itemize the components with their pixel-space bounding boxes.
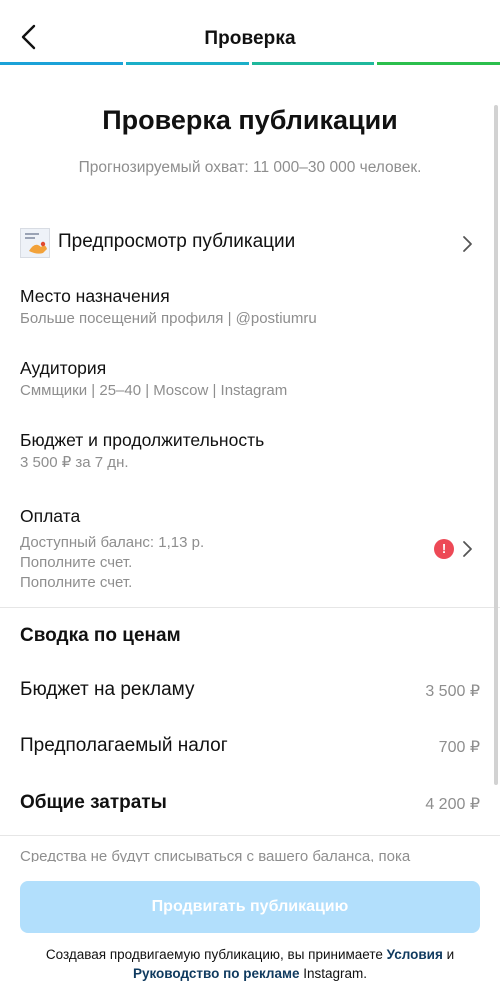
chevron-right-icon[interactable] [460, 540, 474, 558]
payment-label: Оплата [20, 506, 81, 526]
top-bar: Проверка [0, 0, 500, 64]
footer: Продвигать публикацию Создавая продвигае… [0, 862, 500, 1002]
post-preview-label: Предпросмотр публикации [58, 231, 296, 252]
price-label: Предполагаемый налог [20, 735, 228, 756]
terms-prefix: Создавая продвигаемую публикацию, вы при… [45, 947, 387, 962]
price-label: Общие затраты [20, 792, 167, 813]
post-thumbnail [20, 228, 50, 258]
chevron-right-icon [463, 236, 472, 252]
price-row-tax: Предполагаемый налог 700 ₽ [20, 735, 480, 763]
payment-section[interactable]: Оплата Доступный баланс: 1,13 р. Пополни… [20, 505, 480, 595]
destination-section[interactable]: Место назначения Больше посещений профил… [20, 285, 480, 329]
price-value: 3 500 ₽ [425, 683, 480, 700]
post-thumbnail-image [21, 229, 49, 257]
review-title: Проверка публикации [102, 105, 398, 135]
destination-label: Место назначения [20, 286, 170, 306]
payment-balance: Доступный баланс: 1,13 р. [20, 534, 205, 551]
budget-value: 3 500 ₽ за 7 дн. [20, 454, 129, 471]
scrollbar[interactable] [494, 105, 498, 785]
budget-label: Бюджет и продолжительность [20, 430, 265, 450]
estimated-reach: Прогнозируемый охват: 11 000–30 000 чело… [78, 159, 422, 176]
budget-section[interactable]: Бюджет и продолжительность 3 500 ₽ за 7 … [20, 429, 480, 473]
payment-top-up-note: Пополните счет. [20, 574, 133, 591]
post-preview-row[interactable]: Предпросмотр публикации [0, 225, 500, 265]
alert-icon: ! [434, 539, 454, 559]
ad-guidelines-link[interactable]: Руководство по рекламе [133, 966, 300, 981]
audience-value: Сммщики | 25–40 | Moscow | Instagram [20, 382, 288, 399]
payment-top-up-note: Пополните счет. [20, 554, 133, 571]
price-row-total: Общие затраты 4 200 ₽ [20, 792, 480, 820]
review-content[interactable]: Проверка публикации Прогнозируемый охват… [0, 65, 500, 862]
price-summary-title: Сводка по ценам [20, 625, 181, 646]
terms-link[interactable]: Условия [387, 947, 443, 962]
page-title: Проверка [204, 28, 296, 49]
destination-value: Больше посещений профиля | @postiumru [20, 310, 317, 327]
promote-post-button[interactable]: Продвигать публикацию [20, 881, 480, 933]
audience-section[interactable]: Аудитория Сммщики | 25–40 | Moscow | Ins… [20, 357, 480, 401]
section-divider [0, 835, 500, 836]
terms-text: Создавая продвигаемую публикацию, вы при… [20, 945, 480, 983]
price-value: 4 200 ₽ [425, 796, 480, 813]
price-row-ad-budget: Бюджет на рекламу 3 500 ₽ [20, 679, 480, 707]
audience-label: Аудитория [20, 358, 107, 378]
section-divider [0, 607, 500, 608]
price-value: 700 ₽ [438, 739, 480, 756]
terms-suffix: Instagram. [299, 966, 368, 981]
price-label: Бюджет на рекламу [20, 679, 195, 700]
terms-conjunction: и [442, 947, 455, 962]
billing-note: Средства не будут списываться с вашего б… [20, 848, 411, 862]
